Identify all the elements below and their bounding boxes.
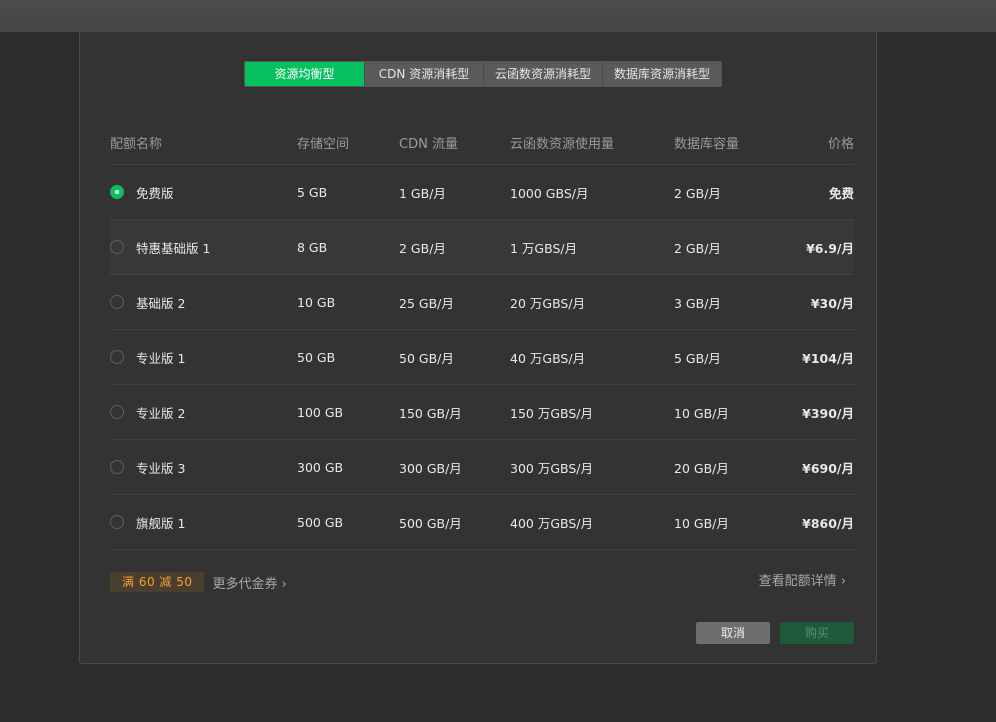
plan-cdn: 50 GB/月: [399, 350, 454, 366]
plan-cloud-function: 300 万GBS/月: [510, 460, 594, 476]
buy-button[interactable]: 购买: [780, 622, 854, 644]
plan-name: 旗舰版 1: [136, 515, 186, 531]
plan-cloud-function: 400 万GBS/月: [510, 515, 594, 531]
header-cdn: CDN 流量: [399, 136, 458, 152]
plan-name: 专业版 3: [136, 460, 186, 476]
plan-database: 10 GB/月: [674, 515, 729, 531]
plan-storage: 50 GB: [297, 349, 336, 365]
plan-price: ¥690/月: [802, 460, 854, 476]
header-name: 配额名称: [110, 136, 163, 152]
header-storage: 存储空间: [297, 136, 350, 152]
plan-price: ¥6.9/月: [806, 240, 854, 256]
table-header-row: 配额名称 存储空间 CDN 流量 云函数资源使用量 数据库容量 价格: [110, 120, 854, 165]
tab-balanced[interactable]: 资源均衡型: [245, 62, 364, 86]
plan-type-tabs: 资源均衡型 CDN 资源消耗型 云函数资源消耗型 数据库资源消耗型: [244, 61, 722, 87]
header-database: 数据库容量: [674, 136, 740, 152]
header-cloud-function: 云函数资源使用量: [510, 136, 615, 152]
plan-name: 免费版: [136, 185, 174, 201]
plan-cloud-function: 40 万GBS/月: [510, 350, 586, 366]
table-row[interactable]: 专业版 3 300 GB 300 GB/月 300 万GBS/月 20 GB/月…: [110, 440, 854, 495]
plan-name: 特惠基础版 1: [136, 240, 211, 256]
tab-cloud-function-heavy[interactable]: 云函数资源消耗型: [483, 62, 602, 86]
tab-cdn-heavy[interactable]: CDN 资源消耗型: [364, 62, 483, 86]
tab-database-heavy[interactable]: 数据库资源消耗型: [602, 62, 721, 86]
quota-table: 配额名称 存储空间 CDN 流量 云函数资源使用量 数据库容量 价格 免费版 5…: [110, 120, 854, 550]
plan-storage: 10 GB: [297, 294, 336, 310]
plan-storage: 5 GB: [297, 184, 328, 200]
header-price: 价格: [827, 136, 854, 152]
plan-storage: 500 GB: [297, 514, 344, 530]
window-top-bar: [0, 0, 996, 32]
radio-checked-icon[interactable]: [110, 185, 124, 199]
plan-cloud-function: 150 万GBS/月: [510, 405, 594, 421]
plan-storage: 300 GB: [297, 459, 344, 475]
plan-price: 免费: [828, 185, 854, 201]
plan-storage: 8 GB: [297, 239, 328, 255]
plan-storage: 100 GB: [297, 404, 344, 420]
plan-cdn: 1 GB/月: [399, 185, 446, 201]
plan-database: 5 GB/月: [674, 350, 721, 366]
table-row[interactable]: 专业版 1 50 GB 50 GB/月 40 万GBS/月 5 GB/月 ¥10…: [110, 330, 854, 385]
plan-price: ¥390/月: [802, 405, 854, 421]
quota-purchase-dialog: 资源均衡型 CDN 资源消耗型 云函数资源消耗型 数据库资源消耗型 配额名称 存…: [79, 32, 877, 664]
plan-cloud-function: 1000 GBS/月: [510, 185, 589, 201]
plan-price: ¥30/月: [810, 295, 854, 311]
plan-cloud-function: 20 万GBS/月: [510, 295, 586, 311]
radio-unchecked-icon[interactable]: [110, 240, 124, 254]
cancel-button[interactable]: 取消: [696, 622, 770, 644]
plan-name: 专业版 2: [136, 405, 186, 421]
table-row[interactable]: 基础版 2 10 GB 25 GB/月 20 万GBS/月 3 GB/月 ¥30…: [110, 275, 854, 330]
plan-price: ¥104/月: [802, 350, 854, 366]
plan-database: 20 GB/月: [674, 460, 729, 476]
plan-price: ¥860/月: [802, 515, 854, 531]
plan-database: 10 GB/月: [674, 405, 729, 421]
plan-cdn: 300 GB/月: [399, 460, 462, 476]
coupon-badge[interactable]: 满 60 减 50: [110, 572, 205, 592]
table-row[interactable]: 免费版 5 GB 1 GB/月 1000 GBS/月 2 GB/月 免费: [110, 165, 854, 220]
plan-cdn: 150 GB/月: [399, 405, 462, 421]
plan-database: 3 GB/月: [674, 295, 721, 311]
plan-cdn: 500 GB/月: [399, 515, 462, 531]
plan-database: 2 GB/月: [674, 185, 721, 201]
table-row[interactable]: 旗舰版 1 500 GB 500 GB/月 400 万GBS/月 10 GB/月…: [110, 495, 854, 550]
plan-database: 2 GB/月: [674, 240, 721, 256]
more-coupons-link[interactable]: 更多代金券 ›: [212, 573, 286, 592]
table-row[interactable]: 特惠基础版 1 8 GB 2 GB/月 1 万GBS/月 2 GB/月 ¥6.9…: [110, 220, 854, 275]
radio-unchecked-icon[interactable]: [110, 515, 124, 529]
radio-unchecked-icon[interactable]: [110, 295, 124, 309]
plan-cdn: 25 GB/月: [399, 295, 454, 311]
plan-name: 专业版 1: [136, 350, 186, 366]
table-row[interactable]: 专业版 2 100 GB 150 GB/月 150 万GBS/月 10 GB/月…: [110, 385, 854, 440]
coupon-area: 满 60 减 50 更多代金券 ›: [110, 572, 287, 592]
radio-unchecked-icon[interactable]: [110, 460, 124, 474]
plan-cdn: 2 GB/月: [399, 240, 446, 256]
radio-unchecked-icon[interactable]: [110, 350, 124, 364]
plan-name: 基础版 2: [136, 295, 186, 311]
radio-unchecked-icon[interactable]: [110, 405, 124, 419]
quota-details-link[interactable]: 查看配额详情 ›: [759, 572, 846, 592]
plan-cloud-function: 1 万GBS/月: [510, 240, 578, 256]
